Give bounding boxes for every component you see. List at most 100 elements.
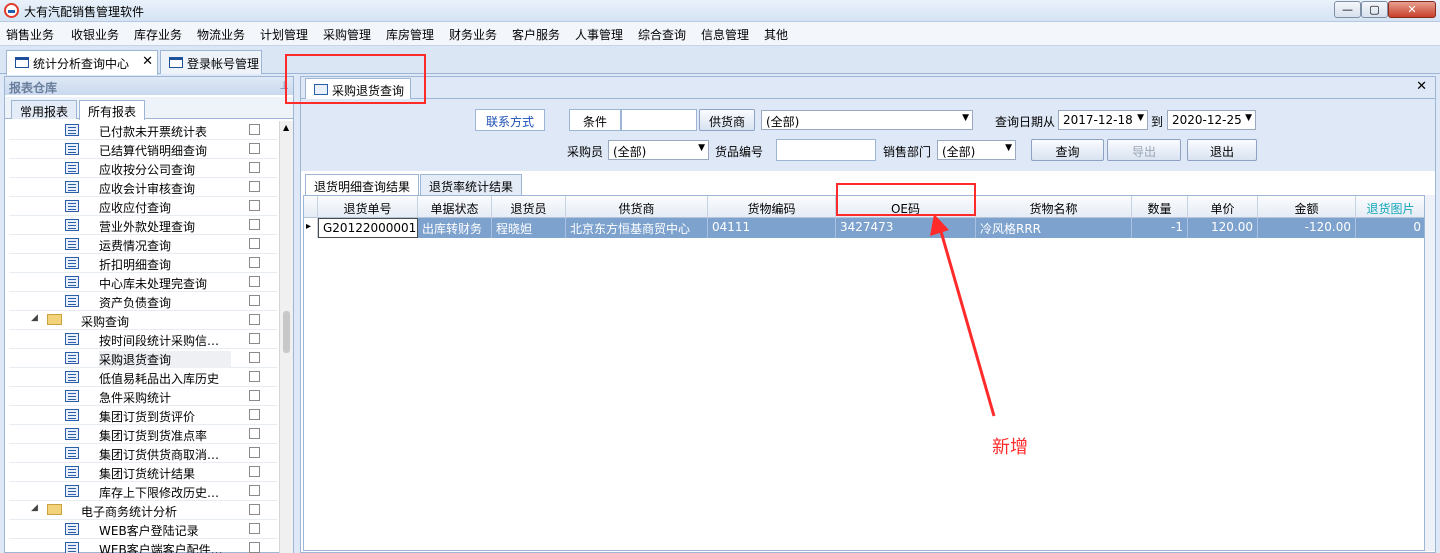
supplier-button[interactable]: 供货商: [699, 109, 755, 131]
tree-item[interactable]: 中心库未处理完查询: [9, 273, 277, 292]
contact-button[interactable]: 联系方式: [475, 109, 545, 131]
checkbox[interactable]: [249, 409, 260, 420]
close-window-button[interactable]: ✕: [1388, 1, 1436, 18]
column-header[interactable]: 货物名称: [976, 196, 1132, 218]
column-header[interactable]: 退货单号: [318, 196, 418, 218]
tab-all-reports[interactable]: 所有报表: [79, 100, 146, 120]
supplier-select[interactable]: (全部) ▼: [761, 110, 973, 130]
checkbox[interactable]: [249, 295, 260, 306]
checkbox[interactable]: [249, 504, 260, 515]
tab-account-management[interactable]: 登录帐号管理: [160, 50, 262, 74]
condition-input[interactable]: [621, 109, 697, 131]
tab-return-details[interactable]: 退货明细查询结果: [305, 174, 420, 195]
cell-return-image[interactable]: 0: [1356, 218, 1424, 238]
checkbox[interactable]: [249, 238, 260, 249]
checkbox[interactable]: [249, 542, 260, 553]
column-header-return-image[interactable]: 退货图片: [1356, 196, 1424, 218]
dept-select[interactable]: (全部) ▼: [937, 140, 1016, 160]
tab-common-reports[interactable]: 常用报表: [11, 100, 78, 119]
grid-scrollbar[interactable]: [1425, 195, 1435, 551]
menu-warehouse[interactable]: 库房管理: [386, 26, 434, 43]
tree-item[interactable]: 折扣明细查询: [9, 254, 277, 273]
checkbox[interactable]: [249, 333, 260, 344]
tab-purchase-return-query[interactable]: 采购退货查询: [305, 78, 412, 100]
exit-button[interactable]: 退出: [1187, 139, 1257, 161]
checkbox[interactable]: [249, 352, 260, 363]
menu-hr[interactable]: 人事管理: [575, 26, 623, 43]
checkbox[interactable]: [249, 219, 260, 230]
column-header[interactable]: 数量: [1132, 196, 1188, 218]
checkbox[interactable]: [249, 162, 260, 173]
menu-customer-service[interactable]: 客户服务: [512, 26, 560, 43]
tree-item[interactable]: 集团订货统计结果: [9, 463, 277, 482]
tree-item[interactable]: 已结算代销明细查询: [9, 140, 277, 159]
checkbox[interactable]: [249, 314, 260, 325]
tree-item[interactable]: 库存上下限修改历史…: [9, 482, 277, 501]
tree-item[interactable]: 按时间段统计采购信…: [9, 330, 277, 349]
checkbox[interactable]: [249, 523, 260, 534]
maximize-button[interactable]: ▢: [1361, 1, 1388, 18]
cell-unit-price[interactable]: 120.00: [1188, 218, 1258, 238]
cell-quantity[interactable]: -1: [1132, 218, 1188, 238]
menu-inventory[interactable]: 库存业务: [134, 26, 182, 43]
tab-stats-center[interactable]: 统计分析查询中心 ✕: [6, 50, 158, 75]
buyer-select[interactable]: (全部) ▼: [608, 140, 709, 160]
tree-item[interactable]: 应收按分公司查询: [9, 159, 277, 178]
item-code-input[interactable]: [776, 139, 876, 161]
menu-sales[interactable]: 销售业务: [6, 26, 54, 43]
column-header[interactable]: 单据状态: [418, 196, 492, 218]
column-header[interactable]: 供货商: [566, 196, 708, 218]
tree-item[interactable]: 运费情况查询: [9, 235, 277, 254]
expand-arrow-icon[interactable]: ◢: [31, 503, 38, 513]
expand-arrow-icon[interactable]: ◢: [31, 313, 38, 323]
cell-oe-code[interactable]: 3427473: [836, 218, 976, 238]
minimize-button[interactable]: —: [1334, 1, 1361, 18]
query-button[interactable]: 查询: [1031, 139, 1104, 161]
column-header-oe-code[interactable]: OE码: [836, 196, 976, 218]
column-header[interactable]: 单价: [1188, 196, 1258, 218]
close-icon[interactable]: ✕: [1416, 79, 1427, 94]
menu-query[interactable]: 综合查询: [638, 26, 686, 43]
checkbox[interactable]: [249, 371, 260, 382]
menu-logistics[interactable]: 物流业务: [197, 26, 245, 43]
checkbox[interactable]: [249, 428, 260, 439]
menu-info[interactable]: 信息管理: [701, 26, 749, 43]
cell-return-no[interactable]: G20122000001: [318, 218, 418, 238]
menu-purchasing[interactable]: 采购管理: [323, 26, 371, 43]
column-header[interactable]: 金额: [1258, 196, 1356, 218]
cell-supplier[interactable]: 北京东方恒基商贸中心: [566, 218, 708, 238]
tree-folder[interactable]: ◢ 电子商务统计分析: [9, 501, 277, 520]
tree-item[interactable]: 集团订货到货评价: [9, 406, 277, 425]
tab-return-rate[interactable]: 退货率统计结果: [420, 174, 523, 195]
checkbox[interactable]: [249, 390, 260, 401]
cell-returner[interactable]: 程晓妲: [492, 218, 566, 238]
checkbox[interactable]: [249, 447, 260, 458]
tree-item[interactable]: 集团订货供货商取消…: [9, 444, 277, 463]
pin-icon[interactable]: ⊥: [279, 79, 289, 92]
tree-item[interactable]: 低值易耗品出入库历史: [9, 368, 277, 387]
cell-item-name[interactable]: 冷风格RRR: [976, 218, 1132, 238]
date-from-picker[interactable]: 2017-12-18 ▼: [1058, 110, 1148, 130]
tree-folder[interactable]: ◢ 采购查询: [9, 311, 277, 330]
menu-other[interactable]: 其他: [764, 26, 788, 43]
tree-item[interactable]: 集团订货到货准点率: [9, 425, 277, 444]
scroll-thumb[interactable]: [283, 311, 290, 353]
column-header[interactable]: 退货员: [492, 196, 566, 218]
close-icon[interactable]: ✕: [142, 54, 153, 69]
tree-item[interactable]: 应收应付查询: [9, 197, 277, 216]
tree-item[interactable]: 采购退货查询: [9, 349, 277, 368]
tree-item[interactable]: 营业外款处理查询: [9, 216, 277, 235]
checkbox[interactable]: [249, 200, 260, 211]
tree-item[interactable]: 资产负债查询: [9, 292, 277, 311]
menu-cashier[interactable]: 收银业务: [71, 26, 119, 43]
menu-finance[interactable]: 财务业务: [449, 26, 497, 43]
checkbox[interactable]: [249, 124, 260, 135]
table-row[interactable]: ▸ G20122000001 出库转财务 程晓妲 北京东方恒基商贸中心 0411…: [304, 218, 1424, 238]
cell-item-code[interactable]: 04111: [708, 218, 836, 238]
column-header[interactable]: 货物编码: [708, 196, 836, 218]
checkbox[interactable]: [249, 143, 260, 154]
scroll-up-icon[interactable]: ▲: [283, 123, 289, 132]
date-to-picker[interactable]: 2020-12-25 ▼: [1167, 110, 1256, 130]
checkbox[interactable]: [249, 466, 260, 477]
tree-item[interactable]: 应收会计审核查询: [9, 178, 277, 197]
